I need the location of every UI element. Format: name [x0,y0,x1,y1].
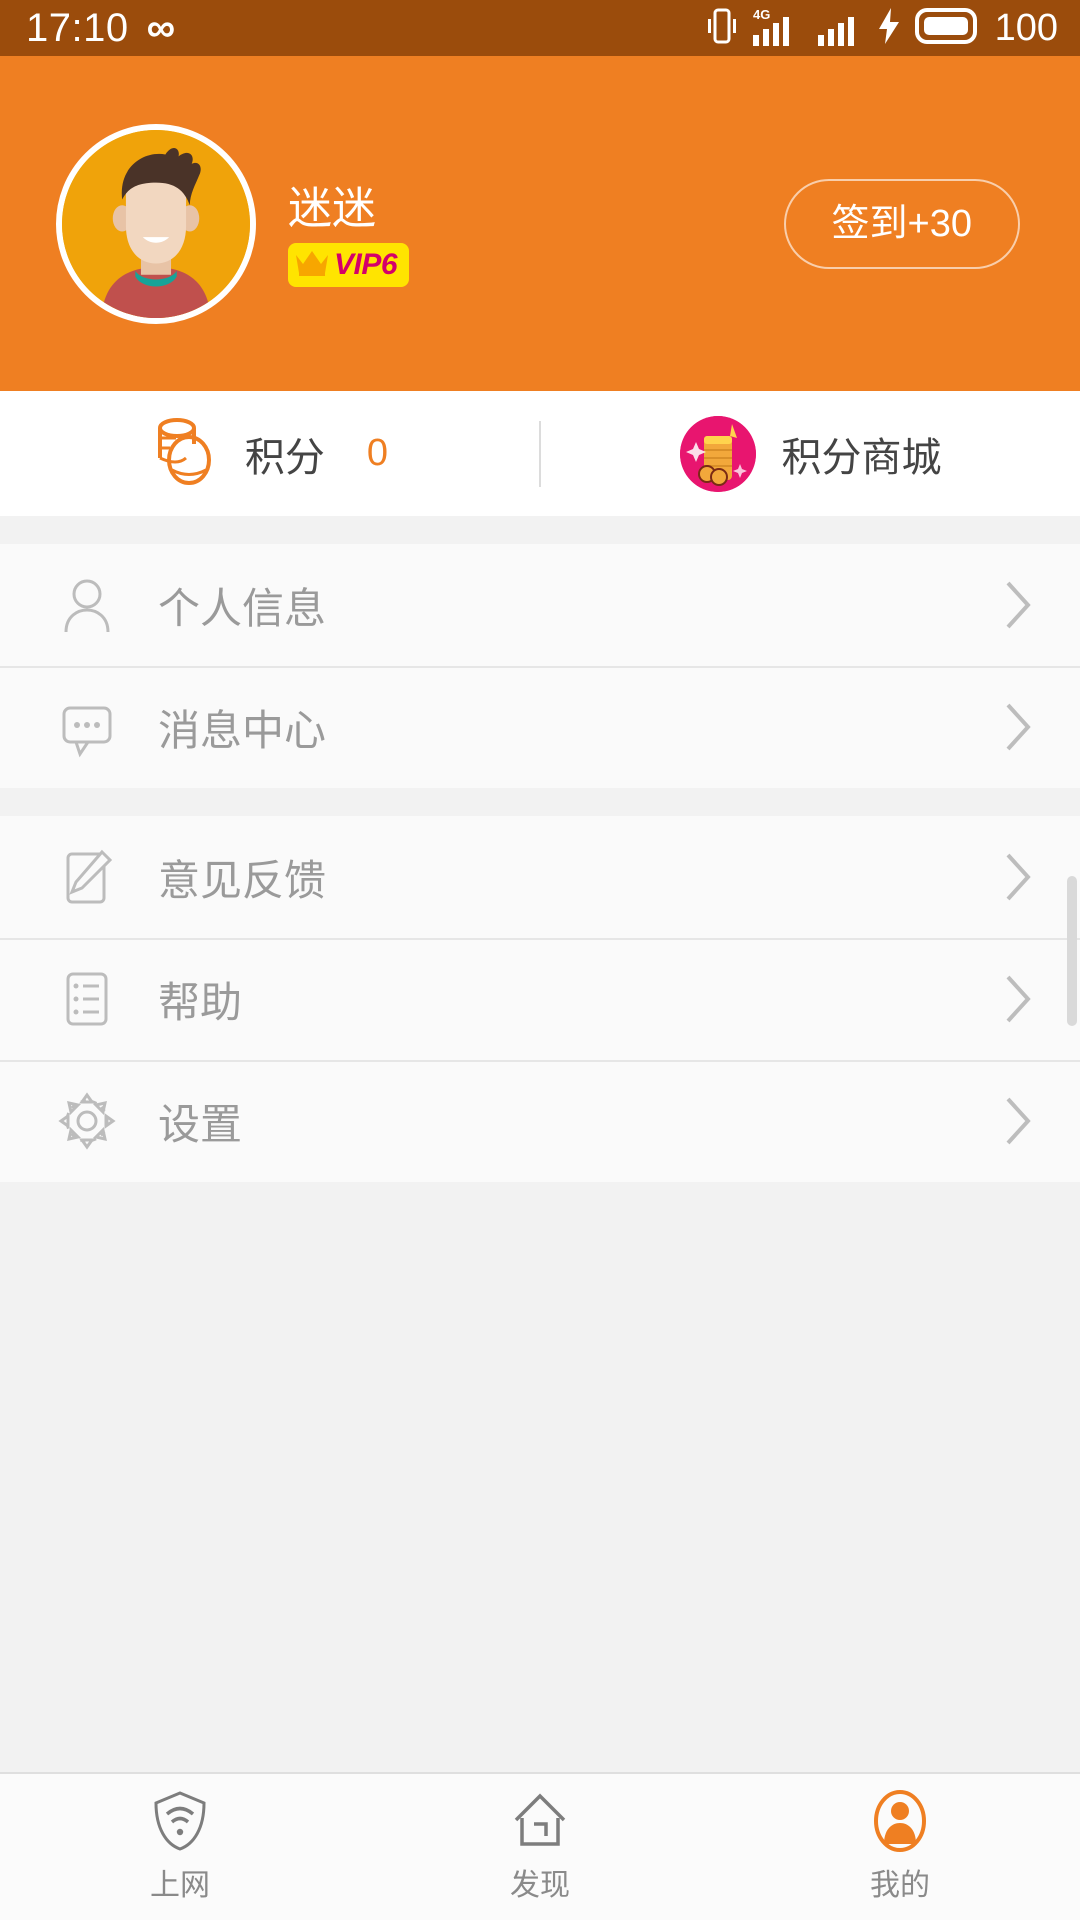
status-bar-left: 17:10 ∞ [26,6,175,51]
status-bar: 17:10 ∞ 4G 100 [0,0,1080,56]
charging-bolt-icon [877,6,901,51]
person-filled-icon [871,1790,929,1852]
person-icon [56,574,118,636]
chevron-right-icon [1000,577,1034,633]
gear-icon [56,1090,118,1152]
menu-item-help[interactable]: 帮助 [0,938,1080,1060]
vip-label: VIP6 [334,247,398,281]
infinity-icon: ∞ [146,6,176,50]
menu-item-feedback[interactable]: 意见反馈 [0,816,1080,938]
home-icon [510,1790,570,1852]
nav-item-label: 我的 [870,1869,930,1902]
menu-item-label: 意见反馈 [158,856,327,904]
menu-group-account: 个人信息 消息中心 [0,544,1080,788]
edit-icon [56,846,118,908]
list-icon [56,968,118,1030]
battery-icon [914,5,979,52]
chevron-right-icon [1000,699,1034,755]
nav-item-mine[interactable]: 我的 [720,1790,1080,1904]
menu-group-gap-top [0,516,1080,544]
signal-4g-icon: 4G [751,5,803,52]
app-root: 17:10 ∞ 4G 100 迷迷 VIP6 签到+30 积分 0 积分商城 个… [0,0,1080,1920]
menu-item-message-center[interactable]: 消息中心 [0,666,1080,788]
points-balance-cell[interactable]: 积分 0 [0,391,539,516]
menu-item-label: 消息中心 [158,706,327,754]
menu-item-settings[interactable]: 设置 [0,1060,1080,1182]
profile-name-block: 迷迷 VIP6 [288,184,410,287]
chevron-right-icon [1000,1093,1034,1149]
points-row: 积分 0 积分商城 [0,391,1080,516]
points-mall-cell[interactable]: 积分商城 [541,391,1080,516]
bottom-nav: 上网 发现 我的 [0,1772,1080,1920]
avatar[interactable] [56,123,256,324]
nav-item-label: 发现 [510,1869,570,1902]
points-mall-label: 积分商城 [781,435,942,480]
vip-badge[interactable]: VIP6 [288,242,410,287]
coins-icon [151,414,219,493]
battery-level: 100 [994,6,1058,49]
status-bar-right: 4G 100 [707,5,1058,52]
menu-group-support: 意见反馈 帮助 设置 [0,816,1080,1182]
points-value: 0 [366,432,389,474]
menu-item-label: 个人信息 [158,584,327,632]
points-mall-icon [679,415,756,492]
user-avatar [62,129,250,318]
svg-text:4G: 4G [753,7,770,22]
vibrate-icon [707,6,737,51]
status-clock: 17:10 [26,5,129,50]
nav-item-internet[interactable]: 上网 [0,1790,360,1904]
menu-group-gap-mid [0,788,1080,816]
crown-icon [294,247,330,282]
username: 迷迷 [288,184,376,234]
menu-item-label: 帮助 [158,978,243,1026]
chevron-right-icon [1000,971,1034,1027]
nav-item-discover[interactable]: 发现 [360,1790,720,1904]
scrollbar-thumb[interactable] [1067,876,1077,1026]
menu-item-personal-info[interactable]: 个人信息 [0,544,1080,666]
menu-item-label: 设置 [158,1100,243,1148]
profile-header: 迷迷 VIP6 签到+30 [0,56,1080,391]
signal-bars-icon [817,5,863,52]
points-label: 积分 [244,435,325,480]
message-icon [56,696,118,758]
chevron-right-icon [1000,849,1034,905]
checkin-button[interactable]: 签到+30 [783,178,1020,269]
shield-wifi-icon [152,1790,208,1852]
nav-item-label: 上网 [150,1869,210,1902]
menu-scroll-area[interactable]: 个人信息 消息中心 意见反馈 帮助 设置 [0,516,1080,1772]
